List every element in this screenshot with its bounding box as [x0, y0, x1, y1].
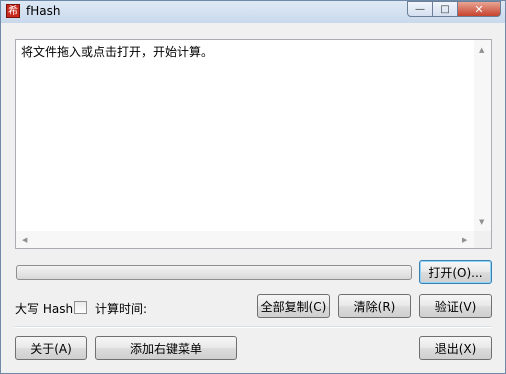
- scroll-down-icon[interactable]: ▼: [479, 218, 484, 226]
- horizontal-scrollbar[interactable]: ◀ ▶: [16, 231, 474, 248]
- fhash-app-icon: 希: [6, 4, 20, 18]
- divider: [15, 326, 492, 328]
- scroll-left-icon[interactable]: ◀: [22, 236, 27, 244]
- title-bar[interactable]: 希 fHash — □ ✕: [1, 1, 505, 23]
- minimize-button[interactable]: —: [407, 1, 433, 17]
- calc-time-label: 计算时间:: [95, 302, 148, 316]
- scrollbar-corner: [474, 231, 491, 248]
- uppercase-hash-checkbox[interactable]: [74, 301, 87, 314]
- hash-output-textarea[interactable]: 将文件拖入或点击打开，开始计算。 ▲ ▼ ◀ ▶: [15, 39, 492, 249]
- maximize-icon: □: [440, 3, 450, 15]
- close-icon: ✕: [474, 2, 484, 16]
- exit-button[interactable]: 退出(X): [419, 336, 492, 360]
- progress-bar: [16, 265, 412, 280]
- close-button[interactable]: ✕: [458, 1, 501, 17]
- scroll-right-icon[interactable]: ▶: [462, 236, 467, 244]
- open-button[interactable]: 打开(O)...: [419, 260, 492, 284]
- window-title: fHash: [26, 4, 61, 18]
- output-text: 将文件拖入或点击打开，开始计算。: [21, 45, 214, 59]
- fhash-window: 希 fHash — □ ✕ 将文件拖入或点击打开，开始计算。 ▲ ▼ ◀ ▶ 打…: [0, 0, 506, 374]
- vertical-scrollbar[interactable]: ▲ ▼: [474, 40, 491, 232]
- maximize-button[interactable]: □: [433, 1, 458, 17]
- minimize-icon: —: [415, 3, 425, 15]
- add-context-menu-button[interactable]: 添加右键菜单: [95, 336, 237, 360]
- scroll-up-icon[interactable]: ▲: [479, 46, 484, 54]
- copy-all-button[interactable]: 全部复制(C): [257, 294, 330, 318]
- verify-button[interactable]: 验证(V): [419, 294, 492, 318]
- clear-button[interactable]: 清除(R): [338, 294, 411, 318]
- window-controls: — □ ✕: [407, 1, 501, 17]
- uppercase-hash-label: 大写 Hash: [15, 302, 74, 316]
- about-button[interactable]: 关于(A): [15, 336, 87, 360]
